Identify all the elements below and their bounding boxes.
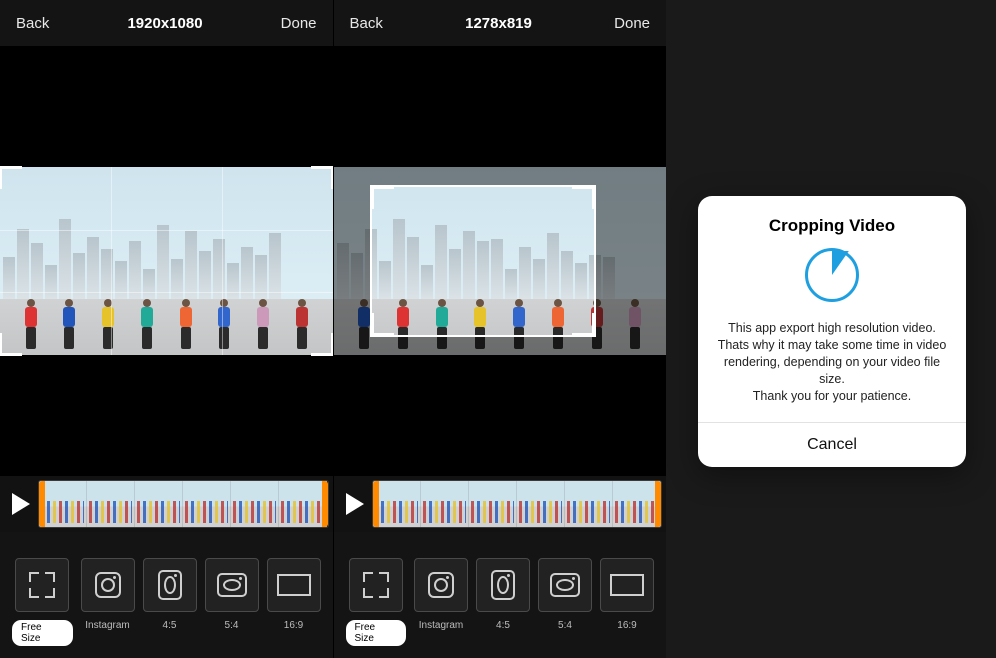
trim-handle-left[interactable]: [373, 481, 379, 527]
done-button[interactable]: Done: [281, 15, 317, 32]
dialog-title: Cropping Video: [769, 216, 895, 236]
preset-label: 5:4: [558, 620, 572, 631]
editor-panel-left: Back 1920x1080 Done: [0, 0, 333, 658]
timeline-strip[interactable]: [372, 480, 663, 528]
preset-label: 16:9: [617, 620, 636, 631]
trim-handle-right[interactable]: [322, 481, 328, 527]
top-bar: Back 1920x1080 Done: [0, 0, 333, 46]
cancel-button[interactable]: Cancel: [698, 422, 966, 467]
crop-overlay[interactable]: [0, 167, 333, 355]
video-frame: [334, 167, 667, 355]
instagram-icon: [428, 572, 454, 598]
timeline: [0, 476, 333, 532]
preset-label: 4:5: [163, 620, 177, 631]
cropping-progress-dialog: Cropping Video This app export high reso…: [698, 196, 966, 467]
preset-16-9[interactable]: 16:9: [600, 558, 654, 631]
preset-16-9[interactable]: 16:9: [267, 558, 321, 631]
preset-instagram[interactable]: Instagram: [81, 558, 135, 631]
preset-label: Free Size: [12, 620, 73, 646]
preset-free-size[interactable]: Free Size: [12, 558, 73, 646]
preset-label: Instagram: [419, 620, 463, 631]
preset-label: 5:4: [225, 620, 239, 631]
top-bar: Back 1278x819 Done: [334, 0, 667, 46]
video-frame: [0, 167, 333, 355]
preset-5-4[interactable]: 5:4: [538, 558, 592, 631]
preset-label: Free Size: [346, 620, 407, 646]
trim-handle-right[interactable]: [655, 481, 661, 527]
preset-label: Instagram: [85, 620, 129, 631]
preset-free-size[interactable]: Free Size: [346, 558, 407, 646]
free-size-icon: [363, 572, 389, 598]
preset-label: 16:9: [284, 620, 303, 631]
instagram-icon: [217, 573, 247, 597]
timeline: [334, 476, 667, 532]
instagram-icon: [95, 572, 121, 598]
trim-handle-left[interactable]: [39, 481, 45, 527]
video-preview[interactable]: [334, 46, 667, 476]
crop-overlay[interactable]: [370, 185, 597, 337]
preset-label: 4:5: [496, 620, 510, 631]
dimensions-label: 1278x819: [465, 15, 532, 32]
play-button[interactable]: [4, 487, 38, 521]
instagram-icon: [491, 570, 515, 600]
back-button[interactable]: Back: [16, 15, 49, 32]
instagram-icon: [158, 570, 182, 600]
dimensions-label: 1920x1080: [127, 15, 202, 32]
video-preview[interactable]: [0, 46, 333, 476]
preset-4-5[interactable]: 4:5: [476, 558, 530, 631]
timeline-strip[interactable]: [38, 480, 329, 528]
free-size-icon: [29, 572, 55, 598]
instagram-icon: [550, 573, 580, 597]
progress-spinner-icon: [805, 248, 859, 302]
editor-panel-right: Back 1278x819 Done: [333, 0, 667, 658]
preset-4-5[interactable]: 4:5: [143, 558, 197, 631]
done-button[interactable]: Done: [614, 15, 650, 32]
play-icon: [346, 493, 364, 515]
dialog-message: This app export high resolution video. T…: [714, 320, 950, 404]
rectangle-icon: [277, 574, 311, 596]
preset-instagram[interactable]: Instagram: [414, 558, 468, 631]
aspect-preset-row: Free Size Instagram 4:5 5:4 16:9: [334, 558, 667, 658]
play-button[interactable]: [338, 487, 372, 521]
back-button[interactable]: Back: [350, 15, 383, 32]
preset-5-4[interactable]: 5:4: [205, 558, 259, 631]
play-icon: [12, 493, 30, 515]
aspect-preset-row: Free Size Instagram 4:5 5:4 16:9: [0, 558, 333, 658]
rectangle-icon: [610, 574, 644, 596]
